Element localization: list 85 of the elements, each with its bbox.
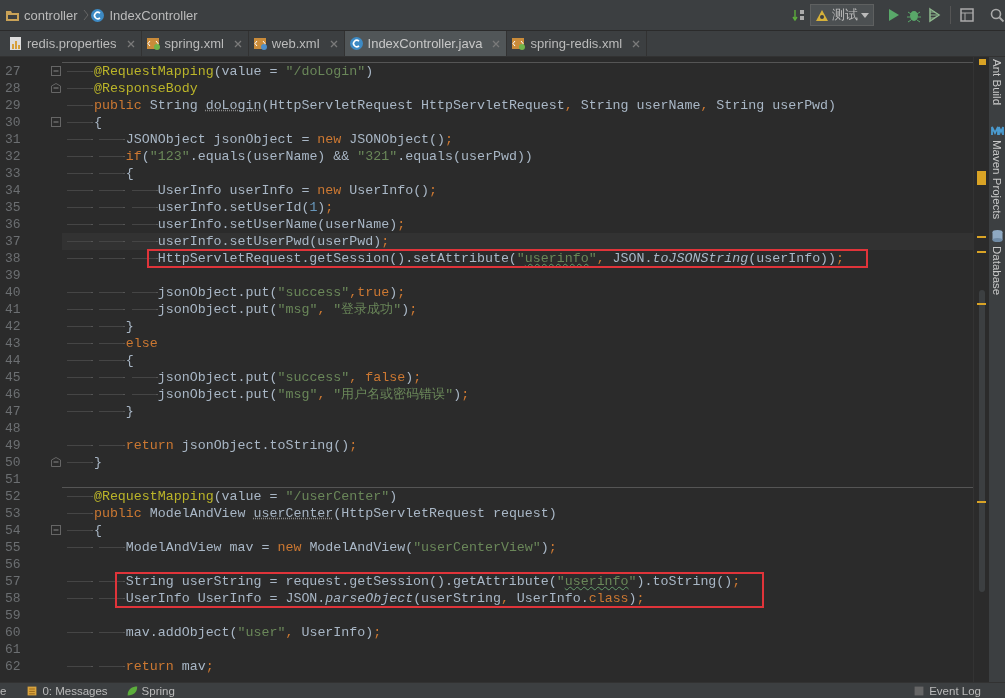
fold-icon[interactable] xyxy=(51,525,61,535)
line-number: 57 xyxy=(5,573,21,590)
database-icon xyxy=(990,229,1004,243)
line-number: 40 xyxy=(5,284,21,301)
error-stripe-marker[interactable] xyxy=(977,501,986,503)
line-number: 59 xyxy=(5,607,21,624)
line-number: 28 xyxy=(5,80,21,97)
line-number: 55 xyxy=(5,539,21,556)
messages-icon xyxy=(26,684,39,697)
line-number: 61 xyxy=(5,641,21,658)
line-number: 53 xyxy=(5,505,21,522)
search-icon[interactable] xyxy=(989,7,1005,23)
tool-window-button[interactable]: Ant Build xyxy=(989,59,1005,106)
line-number: 47 xyxy=(5,403,21,420)
line-number: 35 xyxy=(5,199,21,216)
fold-end-icon[interactable] xyxy=(51,83,61,93)
web-xml-icon xyxy=(252,36,268,51)
line-number: 58 xyxy=(5,590,21,607)
line-number: 41 xyxy=(5,301,21,318)
tool-window-button[interactable]: 0: Messages xyxy=(26,684,108,697)
coverage-icon[interactable] xyxy=(926,7,942,23)
line-number: 33 xyxy=(5,165,21,182)
tool-window-button[interactable]: Spring xyxy=(125,684,175,697)
properties-file-icon xyxy=(8,36,23,51)
breadcrumb-item[interactable]: controller xyxy=(5,7,78,23)
error-stripe-marker[interactable] xyxy=(979,59,986,65)
line-number: 44 xyxy=(5,352,21,369)
class-icon xyxy=(90,7,106,23)
file-tab[interactable]: spring.xml xyxy=(141,31,249,56)
line-number: 50 xyxy=(5,454,21,471)
line-number: 56 xyxy=(5,556,21,573)
error-stripe-marker[interactable] xyxy=(977,171,986,185)
line-number: 49 xyxy=(5,437,21,454)
event-log-icon xyxy=(913,684,926,697)
close-icon[interactable] xyxy=(233,39,242,48)
structure-icon[interactable] xyxy=(959,7,975,23)
caret-icon xyxy=(861,12,869,18)
line-number: 52 xyxy=(5,488,21,505)
line-number: 36 xyxy=(5,216,21,233)
error-stripe-marker[interactable] xyxy=(977,236,986,238)
config-icon xyxy=(815,8,829,22)
fold-icon[interactable] xyxy=(51,117,61,127)
line-number: 46 xyxy=(5,386,21,403)
close-icon[interactable] xyxy=(329,39,338,48)
line-number: 37 xyxy=(5,233,21,250)
tool-window-button[interactable]: Event Log xyxy=(913,684,981,697)
file-tab[interactable]: redis.properties xyxy=(4,31,142,56)
file-tab[interactable]: spring-redis.xml xyxy=(507,31,648,56)
line-number: 62 xyxy=(5,658,21,675)
line-number: 42 xyxy=(5,318,21,335)
line-number: 60 xyxy=(5,624,21,641)
run-config-dropdown[interactable]: 测试 xyxy=(810,4,874,26)
tool-window-button[interactable]: e xyxy=(0,684,7,697)
scrollbar-thumb[interactable] xyxy=(979,290,985,592)
close-icon[interactable] xyxy=(126,39,135,48)
line-number: 27 xyxy=(5,63,21,80)
error-stripe-marker[interactable] xyxy=(977,303,986,305)
line-number: 32 xyxy=(5,148,21,165)
file-tab[interactable]: web.xml xyxy=(248,31,345,56)
tool-window-button[interactable]: Maven Projects xyxy=(989,123,1005,220)
xml-file-icon xyxy=(145,36,161,51)
line-number: 39 xyxy=(5,267,21,284)
line-number: 38 xyxy=(5,250,21,267)
tool-window-button[interactable]: Database xyxy=(989,229,1005,296)
line-number: 51 xyxy=(5,471,21,488)
sort-icon xyxy=(792,8,806,22)
file-tab[interactable]: IndexController.java xyxy=(344,31,508,56)
line-number: 54 xyxy=(5,522,21,539)
line-number: 34 xyxy=(5,182,21,199)
line-number: 31 xyxy=(5,131,21,148)
xml-file-icon xyxy=(511,36,527,51)
fold-icon[interactable] xyxy=(51,66,61,76)
error-stripe-marker[interactable] xyxy=(977,251,986,253)
line-number: 30 xyxy=(5,114,21,131)
fold-end-icon[interactable] xyxy=(51,457,61,467)
close-icon[interactable] xyxy=(492,39,501,48)
line-number: 48 xyxy=(5,420,21,437)
line-number: 45 xyxy=(5,369,21,386)
breadcrumb-item[interactable]: IndexController xyxy=(90,7,198,23)
line-number: 43 xyxy=(5,335,21,352)
close-icon[interactable] xyxy=(632,39,641,48)
class-icon xyxy=(348,36,364,51)
line-number: 29 xyxy=(5,97,21,114)
chevron-icon xyxy=(83,9,91,21)
leaf-icon xyxy=(125,684,138,697)
